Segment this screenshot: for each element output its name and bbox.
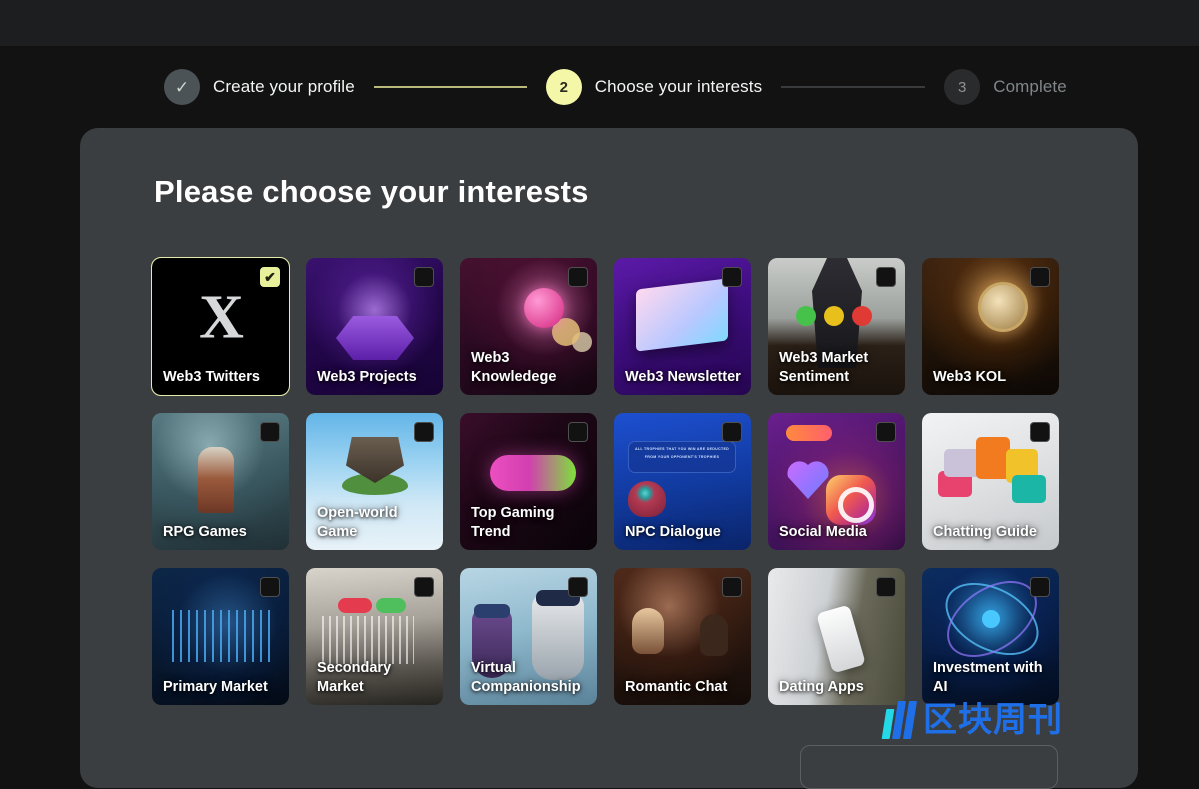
checkbox-unchecked[interactable] [876, 267, 896, 287]
interest-card-label: Open-world Game [317, 505, 398, 540]
checkbox-checked[interactable]: ✔ [260, 267, 280, 287]
interests-panel: Please choose your interests X ✔ Web3 Twit… [80, 128, 1138, 788]
speech-bubble: ALL TROPHIES THAT YOU WIN ARE DEDUCTED F… [628, 441, 736, 473]
checkbox-unchecked[interactable] [414, 577, 434, 597]
interest-card[interactable]: Social Media [768, 413, 905, 550]
interest-card-label: Web3 Projects [317, 368, 417, 385]
instagram-icon [826, 475, 876, 525]
stepper-connector-1 [373, 86, 527, 88]
checkbox-unchecked[interactable] [414, 267, 434, 287]
interest-card-label: Web3 Twitters [163, 368, 260, 385]
step-3-label: Complete [993, 77, 1067, 96]
interest-card[interactable]: Investment with AI [922, 568, 1059, 705]
checkbox-unchecked[interactable] [260, 422, 280, 442]
vr-headset-shape [474, 604, 510, 618]
chat-bubble-shape [1012, 475, 1046, 503]
atom-core-icon [982, 610, 1000, 628]
interest-card[interactable]: Virtual Companionship [460, 568, 597, 705]
stepper-connector-2 [781, 86, 926, 88]
onboarding-stepper: ✓ Create your profile 2 Choose your inte… [0, 46, 1199, 128]
interest-card-label: Chatting Guide [933, 523, 1037, 540]
checkbox-unchecked[interactable] [876, 422, 896, 442]
interest-card[interactable]: Top Gaming Trend [460, 413, 597, 550]
checkbox-unchecked[interactable] [722, 577, 742, 597]
checkbox-unchecked[interactable] [414, 422, 434, 442]
interest-card[interactable]: Web3 Projects [306, 258, 443, 395]
step-complete[interactable]: 3 Complete [944, 69, 1067, 105]
step-1-label: Create your profile [213, 77, 355, 96]
checkbox-unchecked[interactable] [1030, 267, 1050, 287]
interest-card-label: Dating Apps [779, 678, 864, 695]
checkbox-unchecked[interactable] [876, 577, 896, 597]
interest-card[interactable]: Secondary Market [306, 568, 443, 705]
step-choose-interests[interactable]: 2 Choose your interests [545, 69, 763, 105]
interest-card[interactable]: Web3 Newsletter [614, 258, 751, 395]
interest-card[interactable]: Web3 Knowledege [460, 258, 597, 395]
like-badge [786, 425, 832, 441]
chat-bubble-shape [976, 437, 1010, 479]
island-shape [342, 473, 408, 495]
interest-card[interactable]: Web3 KOL [922, 258, 1059, 395]
step-3-badge: 3 [944, 69, 981, 105]
interest-card[interactable]: Primary Market [152, 568, 289, 705]
step-create-profile[interactable]: ✓ Create your profile [164, 69, 355, 105]
interest-card[interactable]: Chatting Guide [922, 413, 1059, 550]
interest-card-label: RPG Games [163, 523, 247, 540]
checkbox-unchecked[interactable] [568, 577, 588, 597]
checkbox-unchecked[interactable] [1030, 577, 1050, 597]
interest-card-label: Virtual Companionship [471, 660, 581, 695]
interest-card[interactable]: Romantic Chat [614, 568, 751, 705]
npc-bubble-text: ALL TROPHIES THAT YOU WIN ARE DEDUCTED F… [634, 447, 730, 459]
interest-card[interactable]: Open-world Game [306, 413, 443, 550]
interest-card[interactable]: X ✔ Web3 Twitters [151, 257, 290, 396]
interest-card-label: Web3 Market Sentiment [779, 350, 869, 385]
checkbox-unchecked[interactable] [260, 577, 280, 597]
interest-card-label: Primary Market [163, 678, 268, 695]
step-2-badge: 2 [545, 69, 582, 105]
interest-card-label: NPC Dialogue [625, 523, 721, 540]
checkbox-unchecked[interactable] [722, 422, 742, 442]
interest-card-label: Social Media [779, 523, 867, 540]
checkbox-unchecked[interactable] [1030, 422, 1050, 442]
checkbox-unchecked[interactable] [568, 267, 588, 287]
check-icon: ✓ [174, 77, 190, 97]
interest-card-label: Web3 KOL [933, 368, 1007, 385]
interest-card[interactable]: Web3 Market Sentiment [768, 258, 905, 395]
x-logo-icon: X [199, 283, 244, 352]
interests-grid: X ✔ Web3 Twitters Web3 Projects Web3 Knowled… [151, 257, 1059, 705]
interest-card-label: Web3 Newsletter [625, 368, 741, 385]
interest-card-label: Web3 Knowledege [471, 350, 557, 385]
continue-button[interactable] [800, 745, 1058, 789]
interest-card-label: Investment with AI [933, 660, 1043, 695]
sell-badge [338, 598, 372, 613]
interest-card[interactable]: ALL TROPHIES THAT YOU WIN ARE DEDUCTED F… [614, 413, 751, 550]
heart-icon [786, 459, 830, 499]
interest-card[interactable]: RPG Games [152, 413, 289, 550]
browser-top-chrome [0, 0, 1199, 46]
interest-card-label: Romantic Chat [625, 678, 728, 695]
interest-card-label: Secondary Market [317, 660, 392, 695]
checkbox-unchecked[interactable] [568, 422, 588, 442]
interest-card-label: Top Gaming Trend [471, 505, 555, 540]
step-1-badge: ✓ [164, 69, 200, 105]
step-2-label: Choose your interests [594, 77, 763, 96]
watermark-text: 区块周刊 [923, 700, 1063, 740]
buy-badge [376, 598, 406, 613]
watermark: 区块周刊 [881, 700, 1063, 740]
watermark-logo-icon [881, 701, 918, 739]
page-title: Please choose your interests [154, 174, 589, 209]
checkbox-unchecked[interactable] [722, 267, 742, 287]
interest-card[interactable]: Dating Apps [768, 568, 905, 705]
